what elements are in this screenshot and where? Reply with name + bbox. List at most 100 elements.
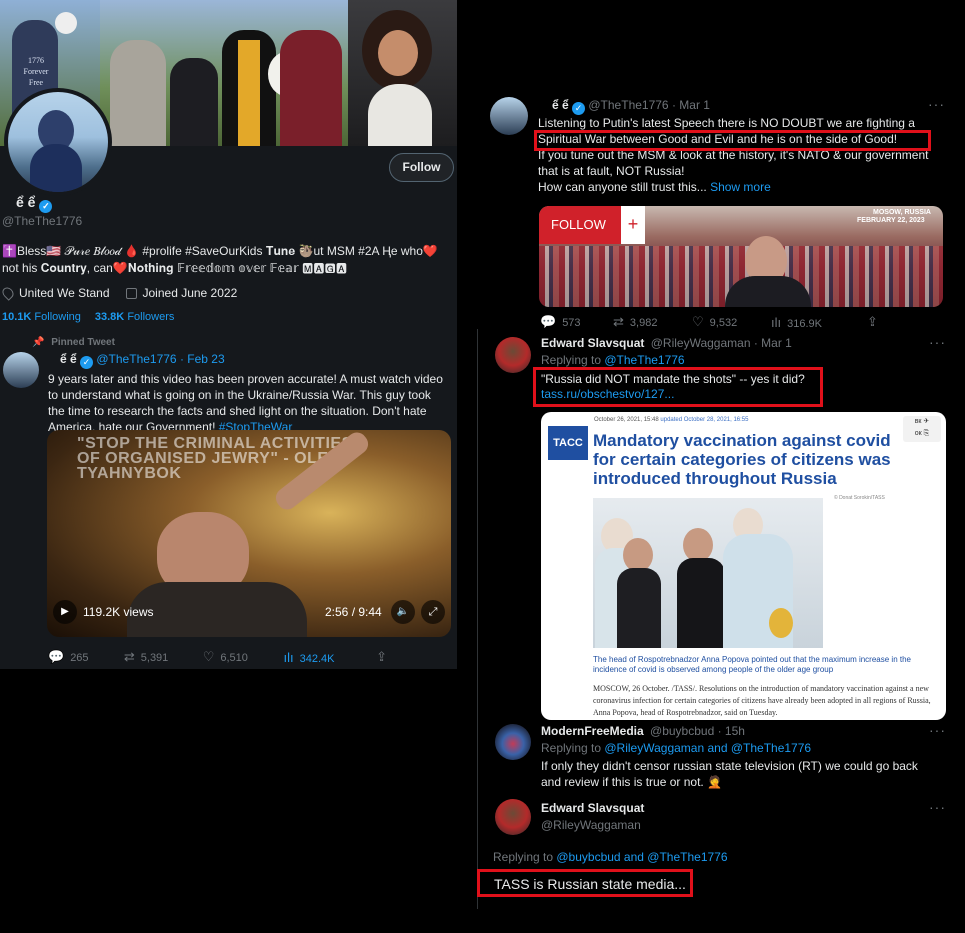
article-updated: updated October 28, 2021, 16:55	[660, 417, 749, 423]
analytics-count: 316.9K	[787, 317, 822, 330]
verified-badge-icon: ✓	[80, 356, 94, 369]
more-options-icon[interactable]: ···	[929, 722, 946, 738]
replying-to-handle[interactable]: @TheThe1776	[604, 353, 684, 367]
reply-icon: 💬	[48, 649, 65, 664]
pinned-actions: 💬 265 ⇄ 5,391 ♡ 6,510 ılı 342.4K ⇪	[48, 649, 393, 665]
profile-bio: ✝️Bless🇺🇸 𝒫𝓊𝓇𝑒 𝐵𝓁𝑜𝑜𝒹 🩸 #prolife #SaveOur…	[2, 244, 438, 275]
follow-counts: 10.1K Following 33.8K Followers	[2, 311, 174, 323]
like-button[interactable]: ♡ 6,510	[203, 649, 284, 665]
location-icon	[0, 285, 16, 301]
analytics-button[interactable]: ılı 316.9K	[771, 315, 867, 330]
reply-author-avatar[interactable]	[495, 724, 531, 760]
retweet-button[interactable]: ⇄ 3,982	[613, 314, 692, 330]
replying-to-handle[interactable]: @buybcbud and @TheThe1776	[556, 850, 727, 864]
tweet-text-line4: How can anyone still trust this...	[538, 180, 711, 194]
follow-overlay-button[interactable]: FOLLOW +	[539, 206, 645, 244]
pinned-video[interactable]: "STOP THE CRIMINAL ACTIVITIES OF ORGANIS…	[47, 430, 451, 637]
pinned-label: Pinned Tweet	[51, 337, 115, 348]
followers-count: 33.8K	[94, 311, 125, 323]
analytics-count: 342.4K	[299, 652, 335, 665]
pinned-handle-date: @TheThe1776 · Feb 23	[96, 352, 225, 366]
tweet-putin-speech[interactable]: ể ể ✓ @TheThe1776 · Mar 1 ··· Listening …	[480, 86, 958, 333]
retweet-icon: ⇄	[123, 649, 135, 664]
more-options-icon[interactable]: ···	[929, 334, 946, 350]
plus-icon: +	[621, 206, 645, 244]
tweet-author-name: ể ể	[552, 98, 569, 112]
reply-count: 265	[70, 652, 89, 664]
reply-header: Edward Slavsquat @RileyWaggaman · Mar 1	[541, 336, 792, 350]
reply-count: 573	[562, 317, 581, 329]
article-share-icons[interactable]: вк ✈ ок ⎘	[903, 416, 941, 442]
article-lead: The head of Rospotrebnadzor Anna Popova …	[593, 655, 911, 674]
tweet-text: Listening to Putin's latest Speech there…	[538, 115, 948, 195]
replying-to: Replying to @buybcbud and @TheThe1776	[493, 850, 728, 864]
replying-prefix: Replying to	[541, 741, 605, 755]
follow-button[interactable]: Follow	[389, 153, 454, 182]
reply-icon: 💬	[540, 314, 557, 329]
reply-author-avatar[interactable]	[495, 799, 531, 835]
reply-handle-date: @buybcbud · 15h	[650, 724, 745, 738]
pinned-text: 9 years later and this video has been pr…	[48, 371, 450, 435]
replying-to-handle[interactable]: @RileyWaggaman and @TheThe1776	[604, 741, 811, 755]
article-photo	[593, 498, 823, 648]
reply-thread: Edward Slavsquat @RileyWaggaman · Mar 1 …	[477, 329, 958, 909]
reply-handle: @RileyWaggaman	[541, 818, 641, 832]
heart-icon: ♡	[692, 314, 704, 329]
following-label: Following	[34, 311, 81, 323]
tweet-actions: 💬 573 ⇄ 3,982 ♡ 9,532 ılı 316.9K ⇪	[540, 314, 885, 330]
profile-name-glyphs: ể ể	[16, 194, 36, 210]
replying-to: Replying to @RileyWaggaman and @TheThe17…	[541, 741, 811, 755]
retweet-count: 5,391	[140, 652, 169, 664]
tweet-author-avatar[interactable]	[490, 97, 528, 135]
more-options-icon[interactable]: ···	[929, 799, 946, 815]
like-button[interactable]: ♡ 9,532	[692, 314, 771, 330]
video-views: 119.2K views	[83, 605, 154, 619]
retweet-icon: ⇄	[613, 314, 624, 329]
retweet-button[interactable]: ⇄ 5,391	[124, 649, 203, 665]
share-icon: ⇪	[376, 649, 387, 664]
pinned-tweet[interactable]: 📌 Pinned Tweet ể ể ✓ @TheThe1776 · Feb 2…	[0, 330, 457, 669]
tweet-media-video[interactable]: FOLLOW + MOSOW, RUSSIA FEBRUARY 22, 2023	[539, 206, 943, 307]
following-link[interactable]: 10.1K Following	[2, 311, 81, 323]
tweet-text-line1: Listening to Putin's latest Speech there…	[538, 116, 915, 130]
article-photo-credit: © Donat Sorokin/TASS	[834, 495, 885, 501]
profile-handle: @TheThe1776	[2, 214, 83, 228]
reply-button[interactable]: 💬 573	[540, 314, 613, 330]
tass-article-card[interactable]: TACC October 26, 2021, 15:48 updated Oct…	[541, 412, 946, 720]
show-more-link[interactable]: Show more	[710, 180, 771, 194]
more-options-icon[interactable]: ···	[928, 96, 945, 112]
followers-link[interactable]: 33.8K Followers	[95, 311, 175, 323]
analytics-button[interactable]: ılı 342.4K	[283, 650, 376, 665]
video-time: 2:56 / 9:44	[325, 605, 382, 619]
share-button[interactable]: ⇪	[867, 314, 884, 330]
fullscreen-button[interactable]: ⤢	[421, 600, 445, 624]
followers-label: Followers	[127, 311, 175, 323]
tweet-header: ể ể ✓ @TheThe1776 · Mar 1	[552, 98, 710, 115]
tweet-text-line3: If you tune out the MSM & look at the hi…	[538, 148, 929, 178]
article-dateline: October 26, 2021, 15:48 updated October …	[594, 417, 748, 423]
reply-modernfreemedia[interactable]: ModernFreeMedia @buybcbud · 15h ··· Repl…	[478, 721, 959, 793]
play-button[interactable]: ▶	[53, 600, 77, 624]
media-date: FEBRUARY 22, 2023	[857, 217, 925, 224]
highlight-box-tass-state-media	[477, 869, 693, 897]
like-count: 6,510	[220, 652, 248, 664]
reply-handle-date: @RileyWaggaman · Mar 1	[650, 336, 792, 350]
profile-location: United We Stand	[19, 286, 110, 300]
pin-icon: 📌	[32, 337, 45, 348]
heart-icon: ♡	[202, 649, 215, 664]
share-button[interactable]: ⇪	[376, 649, 393, 665]
pinned-author-avatar[interactable]	[3, 352, 39, 388]
reply-button[interactable]: 💬 265	[48, 649, 124, 665]
like-count: 9,532	[709, 317, 738, 329]
follow-button-label: Follow	[402, 160, 441, 174]
retweet-count: 3,982	[629, 317, 658, 329]
pinned-header: ể ể ✓ @TheThe1776 · Feb 23	[60, 352, 225, 369]
analytics-icon: ılı	[771, 314, 782, 330]
calendar-icon	[125, 287, 137, 299]
reply-author-name: Edward Slavsquat	[541, 336, 645, 350]
profile-avatar[interactable]	[4, 88, 112, 196]
reply-header: ModernFreeMedia @buybcbud · 15h	[541, 724, 745, 738]
pinned-author-name: ể ể	[60, 352, 77, 366]
mute-button[interactable]: 🔈	[391, 600, 415, 624]
reply-author-avatar[interactable]	[495, 337, 531, 373]
